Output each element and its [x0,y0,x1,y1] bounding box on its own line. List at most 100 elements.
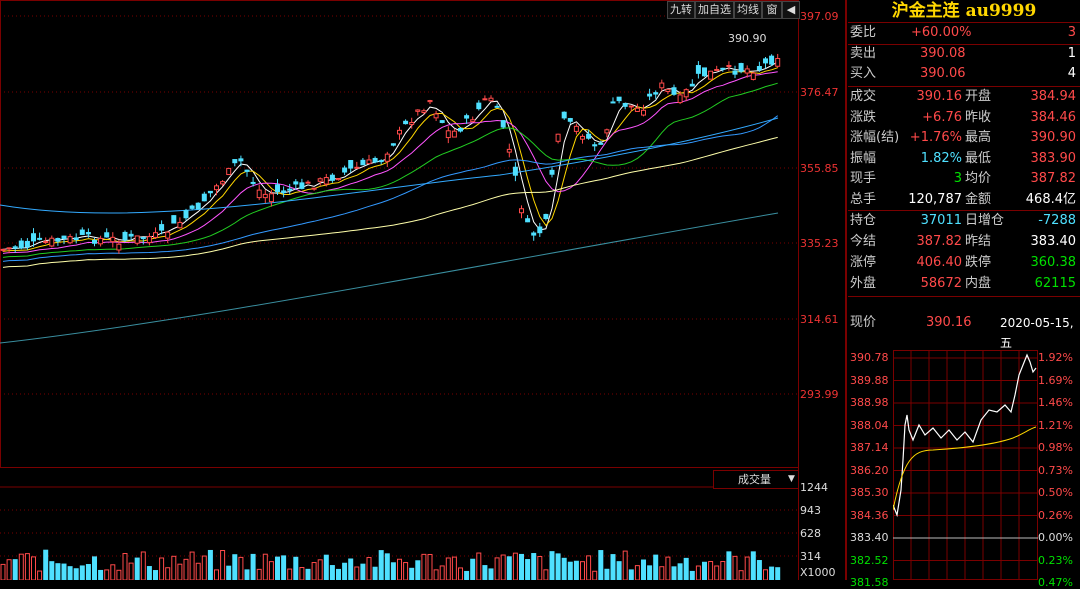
vol-yaxis-label: 943 [800,504,821,517]
volume-bar [476,552,482,580]
volume-bar [641,559,646,580]
candle-body [116,243,122,251]
kline-chart[interactable] [0,0,800,580]
candle-body [732,70,738,75]
vol-yaxis-label: 314 [800,550,821,563]
volume-bar [592,570,598,580]
candle-body [220,181,226,185]
candle-body [409,122,415,125]
volume-bar [525,559,531,580]
volume-bar [702,561,707,580]
candle-body [159,224,165,231]
candle-body [6,247,12,250]
candle-body [275,184,280,193]
add-favorite-button[interactable]: 加自选 [695,1,734,19]
intraday-price-label: 385.30 [850,486,889,499]
candle-body [543,213,549,220]
volume-bar [567,561,573,580]
quote-label: 涨停 [850,255,877,270]
candle-body [421,110,427,113]
weibi-label: 委比 [850,25,877,40]
candle-body [329,174,335,181]
quote-label: 持仓 [850,213,877,228]
volume-bar [85,564,91,580]
collapse-icon[interactable]: ◀ [782,1,800,19]
volume-bar [634,565,640,580]
volume-bar [348,558,354,580]
candle-body [262,193,268,199]
candle-body [354,166,360,169]
candle-body [537,226,543,234]
candle-body [177,221,183,229]
volume-bar [128,562,134,580]
volume-bar [287,568,293,580]
volume-bar [506,556,512,580]
candle-body [445,130,451,139]
volume-bar [12,559,18,580]
candle-body [73,237,79,241]
jiuzhuan-button[interactable]: 九转 [667,1,695,19]
volume-bar [653,554,659,580]
quote-value: 1.82% [920,150,962,166]
sell-price: 390.08 [920,46,966,61]
volume-bar [671,566,677,580]
volume-bar [18,553,24,580]
volume-bar [732,555,738,580]
volume-bar [140,551,146,580]
volume-bar [146,566,152,580]
ma-button[interactable]: 均线 [734,1,762,19]
candle-body [555,133,561,142]
quote-label: 总手 [850,191,877,207]
candle-body [720,67,726,70]
volume-bar [201,555,207,580]
volume-bar [354,566,360,580]
volume-bar [750,551,756,580]
volume-bar [134,557,140,580]
candle-body [92,239,97,244]
window-button[interactable]: 窗 [762,1,782,19]
volume-bar [451,556,457,580]
candle-body [403,120,409,125]
volume-bar [366,557,372,580]
volume-indicator-select[interactable]: 成交量 ▼ [713,470,799,489]
volume-bar [98,569,104,580]
volume-bar [275,556,280,580]
volume-bar [616,561,622,580]
volume-bar [458,567,463,580]
quote-value: 120,787 [908,191,962,207]
volume-label: 成交量 [738,473,771,486]
candle-body [49,237,55,247]
quote-label: 涨跌 [850,109,877,125]
volume-bar [226,565,232,580]
quote-label: 振幅 [850,150,877,166]
panel-divider [845,0,847,580]
volume-bar [439,565,445,580]
volume-bar [610,554,616,580]
chevron-down-icon: ▼ [788,474,795,484]
volume-bar [183,558,189,580]
volume-bar [427,553,433,580]
candle-body [390,143,396,146]
volume-bar [384,553,390,580]
volume-bar [207,549,213,580]
volume-bar [55,563,61,580]
candle-body [769,55,775,65]
intraday-pct-label: 1.69% [1038,373,1073,387]
candle-body [207,190,213,194]
candle-body [244,169,250,172]
intraday-price-label: 390.78 [850,351,889,364]
volume-bar [281,555,287,580]
candle-body [628,105,634,108]
volume-bar [6,559,12,580]
candle-body [299,182,305,189]
volume-bar [433,569,439,580]
candle-body [689,83,695,87]
volume-bar [756,560,762,580]
volume-bar [409,567,415,580]
candle-body [458,128,463,132]
candle-body [360,159,366,166]
quote-value: 360.38 [1030,255,1077,270]
intraday-chart[interactable] [893,350,1038,580]
candle-body [586,133,592,139]
volume-bar [415,560,421,580]
